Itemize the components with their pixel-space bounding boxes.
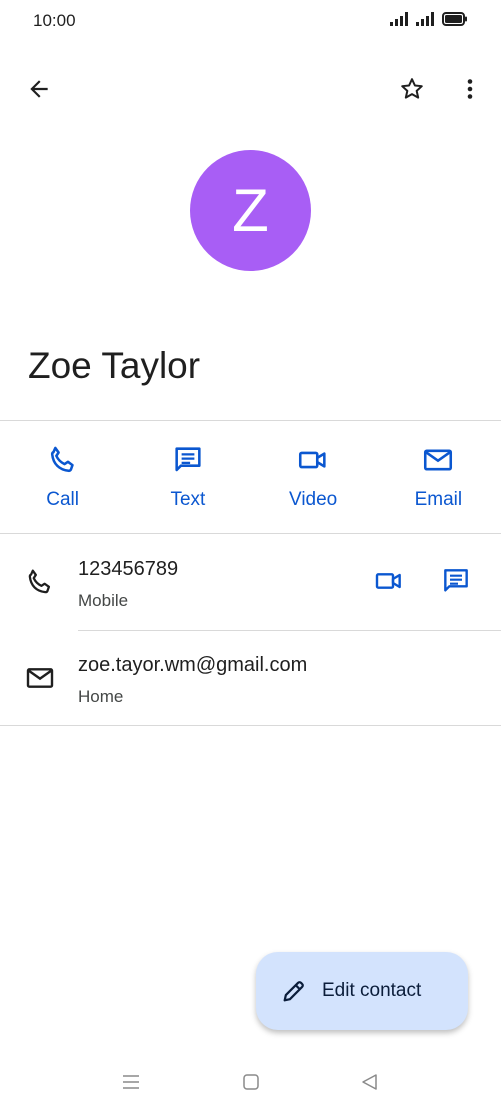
divider [0,533,501,534]
phone-row-icon [22,564,58,600]
arrow-back-icon [30,80,48,98]
video-icon [375,573,401,589]
battery-icon [442,12,467,26]
pencil-icon [283,981,304,1002]
phone-number[interactable]: 123456789 [78,558,178,581]
more-vert-icon [467,79,473,99]
message-icon [444,569,468,592]
signal-icon [416,12,434,26]
status-time: 10:00 [33,11,76,30]
text-action[interactable]: Text [125,421,250,533]
text-label: Text [170,489,206,510]
video-action[interactable]: Video [251,421,376,533]
video-label: Video [288,489,338,510]
call-action[interactable]: Call [0,421,125,533]
video-call-button[interactable] [367,559,411,603]
email-row-icon [22,660,58,696]
edit-contact-button[interactable]: Edit contact [256,952,468,1030]
email-action[interactable]: Email [376,421,501,533]
phone-icon [50,446,74,473]
home-icon [243,1074,259,1090]
call-label: Call [46,489,79,510]
menu-icon [123,1075,139,1089]
message-icon [175,447,201,472]
email-icon [26,668,54,688]
email-label: Email [414,489,463,510]
phone-type: Mobile [78,591,129,610]
phone-icon [28,569,51,594]
avatar: Z [190,150,311,271]
email-icon [424,449,453,471]
back-button[interactable] [17,67,61,111]
recents-nav-button[interactable] [119,1070,143,1094]
send-message-button[interactable] [434,559,478,603]
email-address[interactable]: zoe.tayor.wm@gmail.com [78,654,307,677]
favorite-button[interactable] [390,67,434,111]
star-icon [401,78,423,99]
back-nav-button[interactable] [358,1070,382,1094]
divider [78,630,501,631]
edit-contact-label: Edit contact [322,980,422,1001]
quick-actions: Call Text Video Email [0,421,501,533]
email-type: Home [78,687,124,706]
back-icon [362,1074,377,1090]
more-options-button[interactable] [448,67,492,111]
contact-name: Zoe Taylor [28,345,201,386]
home-nav-button[interactable] [239,1070,263,1094]
video-icon [299,451,326,469]
divider [0,725,501,726]
signal-icon [390,12,408,26]
status-icons [390,12,468,26]
